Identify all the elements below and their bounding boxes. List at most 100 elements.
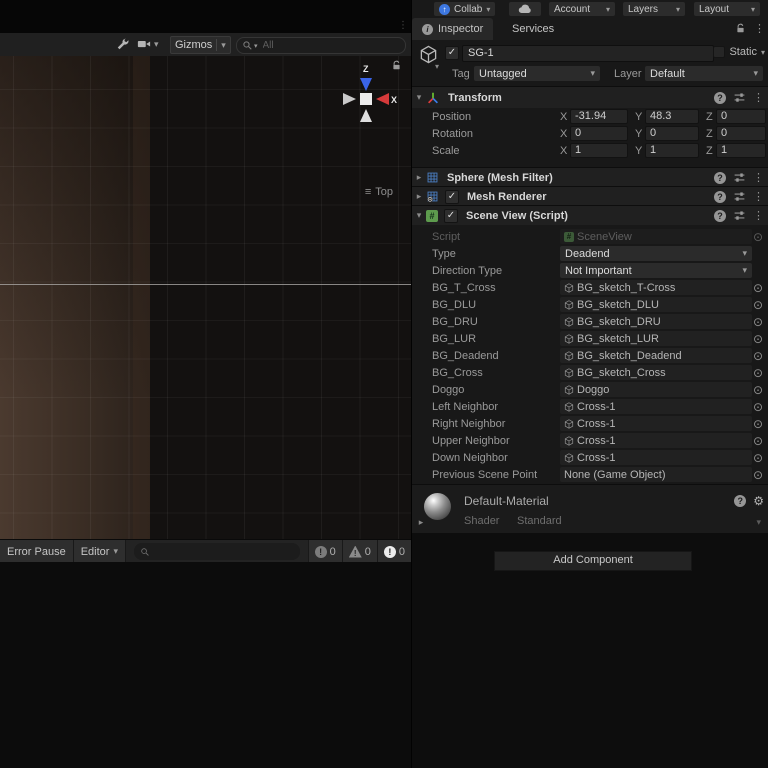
static-dropdown[interactable]: Static ▾ <box>713 46 765 58</box>
scene-tools-button[interactable] <box>116 33 130 55</box>
cloud-button[interactable] <box>509 2 541 16</box>
gameobject-name-field[interactable]: SG-1 <box>462 45 714 62</box>
object-picker-icon[interactable]: ⊙ <box>753 400 763 414</box>
gizmo-down-cone[interactable] <box>360 109 372 122</box>
inspector-menu-icon[interactable]: ⋮ <box>754 22 765 35</box>
help-icon[interactable]: ? <box>714 171 726 184</box>
mesh-renderer-enabled-checkbox[interactable]: ✓ <box>445 189 459 204</box>
help-icon[interactable]: ? <box>734 495 747 507</box>
position-x-field[interactable]: -31.94 <box>570 109 628 124</box>
object-picker-icon[interactable]: ⊙ <box>753 281 763 295</box>
position-y-field[interactable]: 48.3 <box>645 109 699 124</box>
console-error-counter[interactable]: ! 0 <box>376 540 411 563</box>
help-icon[interactable]: ? <box>714 209 726 222</box>
tab-inspector[interactable]: i Inspector <box>412 18 494 40</box>
object-field[interactable]: BG_sketch_DLU <box>560 297 752 312</box>
object-picker-icon[interactable]: ⊙ <box>753 298 763 312</box>
object-field[interactable]: Cross-1 <box>560 433 752 448</box>
transform-header[interactable]: ▾ Transform ? ⋮ <box>412 86 768 108</box>
rotation-x-field[interactable]: 0 <box>570 126 628 141</box>
presets-icon[interactable] <box>733 209 746 222</box>
direction-type-dropdown[interactable]: Not Important ▾ <box>560 263 752 278</box>
object-picker-icon[interactable]: ⊙ <box>753 417 763 431</box>
presets-icon[interactable] <box>733 190 746 203</box>
mesh-filter-header[interactable]: ▸ Sphere (Mesh Filter) ? ⋮ <box>412 167 768 187</box>
editor-dropdown[interactable]: Editor ▾ <box>73 540 126 563</box>
console-search-field[interactable] <box>133 543 300 560</box>
scene-search-field[interactable]: ▾ <box>236 37 406 54</box>
script-enabled-checkbox[interactable]: ✓ <box>444 208 458 223</box>
mesh-renderer-foldout-icon[interactable]: ▸ <box>412 191 426 202</box>
scene-view-script-header[interactable]: ▾ # ✓ Scene View (Script) ? ⋮ <box>412 205 768 225</box>
type-dropdown[interactable]: Deadend ▾ <box>560 246 752 261</box>
object-field[interactable]: BG_sketch_T-Cross <box>560 280 752 295</box>
presets-icon[interactable] <box>733 171 746 184</box>
static-checkbox[interactable] <box>713 46 726 58</box>
error-pause-button[interactable]: Error Pause <box>0 540 74 563</box>
object-field[interactable]: BG_sketch_Deadend <box>560 348 752 363</box>
script-foldout-icon[interactable]: ▾ <box>412 210 426 221</box>
orientation-gizmo[interactable]: Z X <box>335 62 397 138</box>
scene-camera-button[interactable]: ▾ <box>137 33 159 55</box>
rotation-z-field[interactable]: 0 <box>716 126 766 141</box>
scale-label: Scale <box>432 144 460 157</box>
object-picker-icon[interactable]: ⊙ <box>753 366 763 380</box>
tag-dropdown[interactable]: Untagged ▾ <box>474 66 600 81</box>
layer-dropdown[interactable]: Default ▾ <box>645 66 763 81</box>
scene-viewport[interactable]: Z X ≡ Top <box>0 56 411 539</box>
object-field[interactable]: BG_sketch_DRU <box>560 314 752 329</box>
component-menu-icon[interactable]: ⋮ <box>753 190 764 203</box>
add-component-button[interactable]: Add Component <box>494 551 692 571</box>
scale-x-field[interactable]: 1 <box>570 143 628 158</box>
mesh-filter-foldout-icon[interactable]: ▸ <box>412 172 426 183</box>
component-menu-icon[interactable]: ⋮ <box>753 209 764 222</box>
gear-icon[interactable]: ⚙ <box>753 494 764 508</box>
rotation-y-field[interactable]: 0 <box>645 126 699 141</box>
view-mode-menu[interactable]: ≡ Top <box>365 186 393 198</box>
mesh-renderer-header[interactable]: ▸ ✓ Mesh Renderer ? ⋮ <box>412 186 768 206</box>
object-picker-icon[interactable]: ⊙ <box>753 468 763 482</box>
unity-editor-window: ⋮ ▾ Gizmos ▾ ▾ All Z X ≡ Top Error Pause… <box>0 0 768 768</box>
collab-button[interactable]: ↑ Collab ▾ <box>434 2 496 16</box>
gizmo-center-cube[interactable] <box>360 93 372 105</box>
object-field[interactable]: BG_sketch_Cross <box>560 365 752 380</box>
object-picker-icon[interactable]: ⊙ <box>753 451 763 465</box>
component-menu-icon[interactable]: ⋮ <box>753 171 764 184</box>
gizmo-z-axis-cone[interactable] <box>360 78 372 91</box>
material-preview-sphere[interactable] <box>424 493 451 520</box>
object-picker-icon[interactable]: ⊙ <box>753 332 763 346</box>
scale-z-field[interactable]: 1 <box>716 143 766 158</box>
object-field[interactable]: Doggo <box>560 382 752 397</box>
presets-icon[interactable] <box>733 91 746 104</box>
layout-dropdown[interactable]: Layout ▾ <box>694 2 760 16</box>
transform-foldout-icon[interactable]: ▾ <box>412 92 426 103</box>
object-field[interactable]: Cross-1 <box>560 416 752 431</box>
console-search-input[interactable] <box>149 545 294 558</box>
inspector-lock-icon[interactable] <box>735 23 746 34</box>
gizmo-left-cone[interactable] <box>343 93 356 105</box>
gameobject-active-checkbox[interactable]: ✓ <box>445 46 459 60</box>
material-foldout-icon[interactable]: ▸ <box>414 517 428 528</box>
scale-y-field[interactable]: 1 <box>645 143 699 158</box>
help-icon[interactable]: ? <box>714 190 726 203</box>
tab-services[interactable]: Services <box>502 18 564 40</box>
pane-menu-icon[interactable]: ⋮ <box>398 20 408 31</box>
console-warning-counter[interactable]: ! 0 <box>341 540 377 563</box>
layers-dropdown[interactable]: Layers ▾ <box>623 2 685 16</box>
component-menu-icon[interactable]: ⋮ <box>753 91 764 104</box>
object-field[interactable]: Cross-1 <box>560 450 752 465</box>
object-field[interactable]: None (Game Object) <box>560 467 752 482</box>
position-z-field[interactable]: 0 <box>716 109 766 124</box>
object-picker-icon[interactable]: ⊙ <box>753 315 763 329</box>
gizmo-x-axis-cone[interactable] <box>376 93 389 105</box>
help-icon[interactable]: ? <box>714 91 726 104</box>
object-picker-icon[interactable]: ⊙ <box>753 349 763 363</box>
object-picker-icon[interactable]: ⊙ <box>753 434 763 448</box>
console-info-counter[interactable]: ! 0 <box>307 540 342 563</box>
object-field[interactable]: BG_sketch_LUR <box>560 331 752 346</box>
account-dropdown[interactable]: Account ▾ <box>549 2 615 16</box>
gizmos-dropdown[interactable]: Gizmos ▾ <box>170 36 231 54</box>
object-field[interactable]: Cross-1 <box>560 399 752 414</box>
object-picker-icon[interactable]: ⊙ <box>753 383 763 397</box>
scene-search-input[interactable] <box>260 39 400 52</box>
